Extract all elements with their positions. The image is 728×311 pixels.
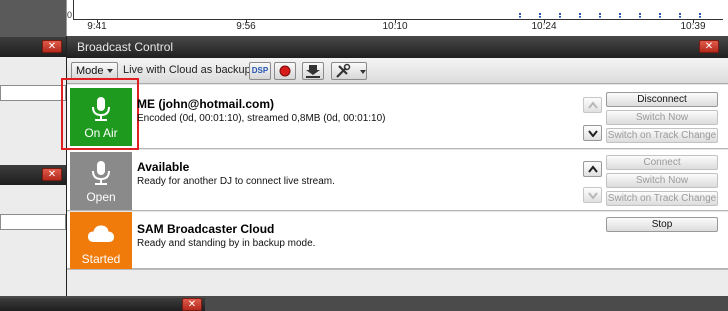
dsp-label: DSP <box>251 66 269 75</box>
tools-dropdown[interactable] <box>331 62 367 80</box>
download-button[interactable] <box>302 62 324 80</box>
left-panel-body <box>0 57 66 165</box>
chart-series-mark <box>539 13 541 18</box>
move-down-button[interactable] <box>583 187 602 203</box>
chart-series-mark <box>619 13 621 18</box>
chart-time-label: 10:39 <box>680 21 706 32</box>
chart-time-label: 9:41 <box>87 21 107 32</box>
chart-series-mark <box>659 13 661 18</box>
chevron-up-icon <box>588 165 598 173</box>
chevron-down-icon <box>106 69 113 74</box>
chevron-down-icon <box>588 192 598 199</box>
empty-list-area <box>67 269 728 296</box>
panel-titlebar: Broadcast Control ✕ <box>67 36 728 58</box>
stop-button[interactable]: Stop <box>606 217 718 232</box>
bottom-panel-titlebar: ✕ <box>0 298 205 311</box>
dj-status-description: Ready and standing by in backup mode. <box>137 238 316 249</box>
chart-zero-label: 0 <box>67 10 73 20</box>
chart-series-mark <box>639 13 641 18</box>
open-tile[interactable]: Open <box>70 152 132 210</box>
chart-series-mark <box>579 13 581 18</box>
cloud-icon <box>88 225 114 242</box>
tile-status-label: Open <box>86 190 116 204</box>
chart-series-mark <box>699 13 701 18</box>
left-panel-field[interactable] <box>0 85 66 101</box>
tile-status-label: Started <box>81 252 121 266</box>
disconnect-button[interactable]: Disconnect <box>606 92 718 107</box>
move-up-button[interactable] <box>583 97 602 113</box>
record-icon <box>279 65 291 77</box>
chart-time-label: 9:56 <box>236 21 256 32</box>
switch-now-button[interactable]: Switch Now <box>606 110 718 125</box>
switch-now-button[interactable]: Switch Now <box>606 173 718 188</box>
chart-x-axis <box>73 19 723 20</box>
download-icon <box>306 65 320 78</box>
dj-row-cloud: Started SAM Broadcaster Cloud Ready and … <box>67 212 728 272</box>
chart-series-mark <box>599 13 601 18</box>
microphone-icon <box>92 161 110 185</box>
dj-status-description: Encoded (0d, 00:01:10), streamed 0,8MB (… <box>137 113 386 124</box>
started-tile[interactable]: Started <box>70 212 132 272</box>
tools-icon <box>336 63 351 78</box>
dj-name: SAM Broadcaster Cloud <box>137 222 275 236</box>
chevron-up-icon <box>588 101 598 109</box>
left-panel-field-2[interactable] <box>0 214 66 230</box>
dj-status-description: Ready for another DJ to connect live str… <box>137 176 335 187</box>
toolbar: Mode Live with Cloud as backup DSP <box>67 58 728 84</box>
move-down-button[interactable] <box>583 125 602 141</box>
dj-name: ME (john@hotmail.com) <box>137 97 275 111</box>
switch-on-track-change-button[interactable]: Switch on Track Change <box>606 191 718 206</box>
dj-row-on-air: On Air ME (john@hotmail.com) Encoded (0d… <box>61 78 728 150</box>
switch-on-track-change-button[interactable]: Switch on Track Change <box>606 128 718 143</box>
listener-chart: 0 9:41 9:56 10:10 10:24 10:39 <box>66 0 728 36</box>
dsp-button[interactable]: DSP <box>249 62 271 80</box>
left-panel-close-icon[interactable]: ✕ <box>42 40 62 53</box>
left-panel-body-2 <box>0 185 66 296</box>
chart-series-mark <box>679 13 681 18</box>
chevron-down-icon <box>360 70 366 74</box>
chevron-down-icon <box>588 130 598 137</box>
chart-time-label: 10:10 <box>382 21 408 32</box>
bottom-panel-close-icon[interactable]: ✕ <box>182 298 202 311</box>
panel-title: Broadcast Control <box>77 40 174 54</box>
broadcast-status-text: Live with Cloud as backup <box>123 64 251 76</box>
left-panel-titlebar-2: ✕ <box>0 165 66 185</box>
dj-row-available: Open Available Ready for another DJ to c… <box>67 150 728 211</box>
move-up-button[interactable] <box>583 161 602 177</box>
chart-time-label: 10:24 <box>531 21 557 32</box>
connect-button[interactable]: Connect <box>606 155 718 170</box>
left-panel-titlebar: ✕ <box>0 37 66 57</box>
left-panel-close-icon-2[interactable]: ✕ <box>42 168 62 181</box>
dj-name: Available <box>137 160 190 174</box>
record-button[interactable] <box>274 62 296 80</box>
chart-series-mark <box>519 13 521 18</box>
close-icon[interactable]: ✕ <box>699 40 719 53</box>
highlight-box <box>61 78 139 150</box>
chart-series-mark <box>559 13 561 18</box>
chart-y-axis <box>73 0 74 20</box>
broadcast-control-panel: Broadcast Control ✕ Mode Live with Cloud… <box>61 36 728 296</box>
mode-label: Mode <box>76 65 104 77</box>
